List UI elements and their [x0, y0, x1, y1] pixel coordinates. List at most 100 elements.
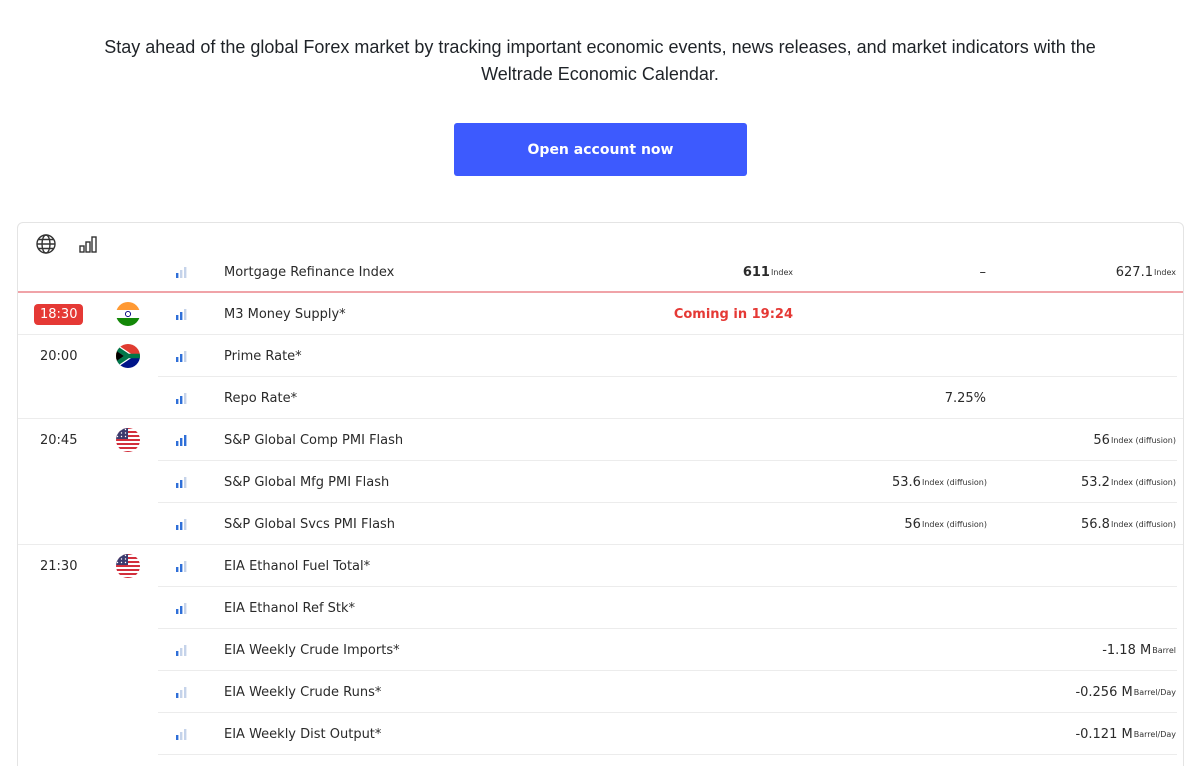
event-time-cell: 20:00: [40, 335, 110, 377]
forecast-unit: Index (diffusion): [921, 477, 987, 487]
previous-value: 56: [1093, 432, 1110, 448]
table-row[interactable]: 20:00 Prime Rate*: [18, 335, 1183, 377]
event-name[interactable]: Mortgage Refinance Index: [224, 251, 394, 293]
previous-unit: Index (diffusion): [1110, 435, 1176, 445]
country-flag-cell: [115, 335, 141, 377]
forecast-value-cell: [986, 335, 987, 377]
event-name[interactable]: S&P Global Svcs PMI Flash: [224, 503, 395, 545]
table-row[interactable]: EIA Weekly Crude Runs* -0.256 M Barrel/Day: [18, 671, 1183, 713]
actual-value-cell: [792, 671, 793, 713]
event-time-cell: [40, 251, 110, 293]
importance-icon: [175, 503, 189, 545]
event-name[interactable]: EIA Weekly Crude Imports*: [224, 629, 400, 671]
table-row[interactable]: 18:30 M3 Money Supply* Coming in 19:24: [18, 293, 1183, 335]
previous-value-cell: 56.8 Index (diffusion): [1081, 503, 1176, 545]
table-row[interactable]: Mortgage Refinance Index 611 Index – 627.1 In…: [18, 251, 1183, 293]
importance-icon: [175, 419, 189, 461]
country-flag-cell: [115, 587, 141, 629]
previous-value-cell: [1175, 545, 1176, 587]
previous-value-cell: [1175, 335, 1176, 377]
forecast-value-cell: [986, 629, 987, 671]
table-row[interactable]: EIA Weekly Dist Output* -0.121 M Barrel/Da…: [18, 713, 1183, 755]
country-flag-cell: [115, 629, 141, 671]
intro-line-2: Weltrade Economic Calendar.: [481, 64, 719, 84]
table-row[interactable]: 21:30 EIA Ethanol Fuel Total*: [18, 545, 1183, 587]
importance-icon: [175, 629, 189, 671]
previous-value: 56.8: [1081, 516, 1110, 532]
forecast-unit: Index (diffusion): [921, 519, 987, 529]
forecast-value-cell: 56 Index (diffusion): [904, 503, 987, 545]
table-row[interactable]: 20:45 S&P Global Comp PMI Flash 56 Index (d…: [18, 419, 1183, 461]
importance-icon: [175, 461, 189, 503]
actual-value: 611: [742, 264, 770, 280]
table-row[interactable]: S&P Global Svcs PMI Flash 56 Index (diffus…: [18, 503, 1183, 545]
actual-value-cell: [792, 419, 793, 461]
importance-icon: [175, 251, 189, 293]
previous-value-cell: -0.256 M Barrel/Day: [1075, 671, 1176, 713]
intro-line-1: Stay ahead of the global Forex market by…: [104, 37, 1096, 57]
economic-calendar: Mortgage Refinance Index 611 Index –627.1 In…: [17, 222, 1184, 766]
flag-united-states-icon: [115, 553, 141, 579]
event-time-cell: [40, 629, 110, 671]
event-time: 20:00: [40, 348, 78, 364]
previous-value-cell: 56 Index (diffusion): [1093, 419, 1176, 461]
forecast-value-cell: 7.25%: [945, 377, 987, 419]
previous-value: -1.18 M: [1102, 642, 1152, 658]
event-name[interactable]: Prime Rate*: [224, 335, 302, 377]
table-row[interactable]: Repo Rate* 7.25%: [18, 377, 1183, 419]
forecast-value-cell: –: [980, 251, 988, 293]
previous-value-cell: [1175, 587, 1176, 629]
event-time: 21:30: [40, 558, 78, 574]
previous-value-cell: [1175, 377, 1176, 419]
actual-value-cell: Coming in 19:24: [674, 293, 793, 335]
importance-icon: [175, 545, 189, 587]
forecast-value: 56: [904, 516, 921, 532]
event-name[interactable]: Repo Rate*: [224, 377, 297, 419]
country-flag-cell: [115, 545, 141, 587]
table-row[interactable]: EIA Ethanol Ref Stk*: [18, 587, 1183, 629]
previous-unit: Index (diffusion): [1110, 477, 1176, 487]
previous-unit: Barrel/Day: [1133, 687, 1176, 697]
forecast-value-cell: [986, 713, 987, 755]
country-flag-cell: [115, 293, 141, 335]
event-name[interactable]: EIA Weekly Dist Output*: [224, 713, 381, 755]
event-time-cell: [40, 587, 110, 629]
event-name[interactable]: M3 Money Supply*: [224, 293, 346, 335]
previous-value: 53.2: [1081, 474, 1110, 490]
row-divider: [158, 754, 1177, 755]
previous-unit: Index (diffusion): [1110, 519, 1176, 529]
event-name[interactable]: EIA Ethanol Ref Stk*: [224, 587, 355, 629]
event-name[interactable]: S&P Global Mfg PMI Flash: [224, 461, 389, 503]
actual-value-cell: [792, 545, 793, 587]
importance-icon: [175, 671, 189, 713]
country-flag-cell: [115, 713, 141, 755]
table-row[interactable]: EIA Weekly Crude Imports* -1.18 M Barrel: [18, 629, 1183, 671]
table-row[interactable]: S&P Global Mfg PMI Flash 53.6 Index (diffu…: [18, 461, 1183, 503]
forecast-value-cell: [986, 419, 987, 461]
importance-icon: [175, 377, 189, 419]
previous-value: 627.1: [1115, 264, 1153, 280]
country-flag-cell: [115, 671, 141, 713]
intro-text: Stay ahead of the global Forex market by…: [0, 34, 1200, 88]
forecast-value-cell: 53.6 Index (diffusion): [892, 461, 987, 503]
importance-icon: [175, 293, 189, 335]
forecast-value-cell: [986, 587, 987, 629]
forecast-value: –: [979, 264, 987, 280]
previous-value: -0.121 M: [1075, 726, 1133, 742]
previous-value: -0.256 M: [1075, 684, 1133, 700]
forecast-value-cell: [986, 293, 987, 335]
open-account-button[interactable]: Open account now: [454, 123, 747, 176]
event-name[interactable]: EIA Ethanol Fuel Total*: [224, 545, 370, 587]
event-name[interactable]: EIA Weekly Crude Runs*: [224, 671, 381, 713]
importance-icon: [175, 335, 189, 377]
event-time-cell: [40, 461, 110, 503]
country-flag-cell: [115, 503, 141, 545]
flag-south-africa-icon: [115, 343, 141, 369]
event-time-cell: 20:45: [40, 419, 110, 461]
event-name[interactable]: S&P Global Comp PMI Flash: [224, 419, 403, 461]
previous-unit: Barrel/Day: [1133, 729, 1176, 739]
actual-value-cell: 611 Index: [743, 251, 793, 293]
previous-unit: Index: [1153, 267, 1176, 277]
previous-value-cell: 53.2 Index (diffusion): [1081, 461, 1176, 503]
country-flag-cell: [115, 251, 141, 293]
